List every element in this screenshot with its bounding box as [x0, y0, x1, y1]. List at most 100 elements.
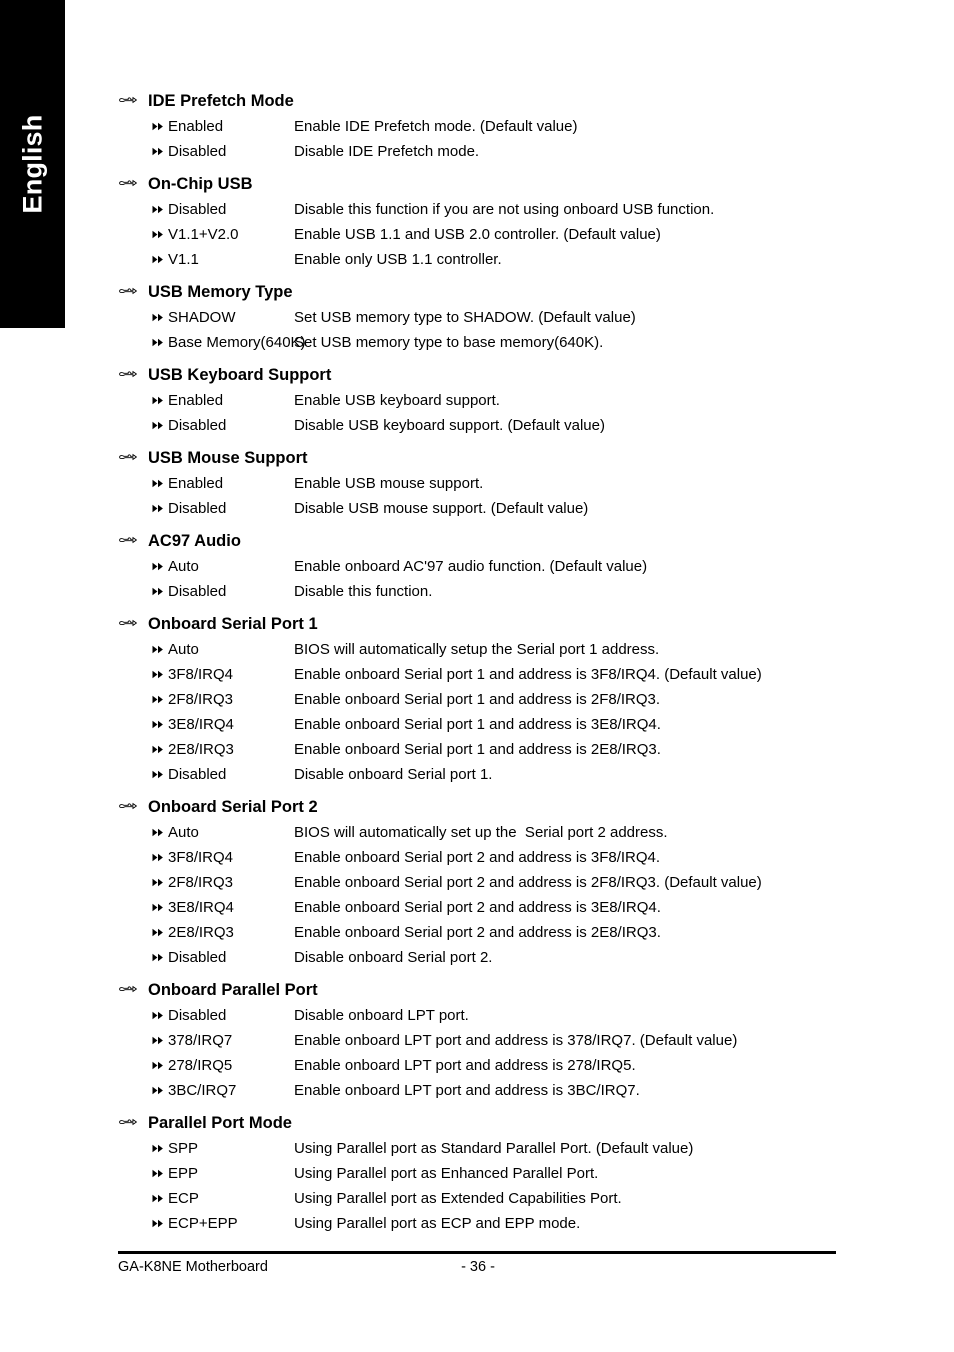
option-description: BIOS will automatically set up the Seria… [294, 824, 668, 841]
option-row: Enabled Enable USB mouse support. [118, 471, 858, 496]
option-row: Base Memory(640K)Set USB memory type to … [118, 330, 858, 355]
section-title: Onboard Serial Port 2 [148, 798, 318, 816]
option-row: Disabled Disable onboard LPT port. [118, 1003, 858, 1028]
option-row: V1.1 Enable only USB 1.1 controller. [118, 247, 858, 272]
option-name: SPP [168, 1140, 199, 1157]
option-row: 278/IRQ5 Enable onboard LPT port and addr… [118, 1053, 858, 1078]
option-name: 2F8/IRQ3 [168, 691, 234, 708]
double-triangle-right-icon [152, 139, 168, 164]
section-heading: USB Memory Type [118, 279, 858, 305]
option-description: Enable onboard AC'97 audio function. (De… [294, 558, 648, 575]
pointing-hand-icon [119, 362, 141, 388]
option-row: 3BC/IRQ7 Enable onboard LPT port and addr… [118, 1078, 858, 1103]
option-row: SHADOW Set USB memory type to SHADOW. (De… [118, 305, 858, 330]
option-description: Enable onboard LPT port and address is 2… [294, 1057, 636, 1074]
double-triangle-right-icon [152, 197, 168, 222]
option-name: EPP [168, 1165, 199, 1182]
section-title: IDE Prefetch Mode [148, 92, 294, 110]
option-name: Disabled [168, 949, 227, 966]
option-row: 2E8/IRQ3 Enable onboard Serial port 2 and… [118, 920, 858, 945]
option-row: Disabled Disable onboard Serial port 1. [118, 762, 858, 787]
double-triangle-right-icon [152, 845, 168, 870]
option-description: BIOS will automatically setup the Serial… [294, 641, 660, 658]
option-name: 3E8/IRQ4 [168, 716, 234, 733]
double-triangle-right-icon [152, 1053, 168, 1078]
option-description: Enable onboard Serial port 2 and address… [294, 924, 661, 941]
option-name: 378/IRQ7 [168, 1032, 233, 1049]
option-description: Enable onboard Serial port 1 and address… [294, 666, 762, 683]
double-triangle-right-icon [152, 1003, 168, 1028]
setting-section: Onboard Serial Port 2 Auto BIOS will autom… [118, 794, 858, 970]
option-description: Disable USB keyboard support. (Default v… [294, 417, 605, 434]
option-name: Disabled [168, 500, 227, 517]
option-row: Disabled Disable this function if you are… [118, 197, 858, 222]
section-heading: On-Chip USB [118, 171, 858, 197]
setting-section: USB Keyboard Support Enabled Enable USB ke… [118, 362, 858, 438]
section-heading: Onboard Parallel Port [118, 977, 858, 1003]
double-triangle-right-icon [152, 687, 168, 712]
option-description: Using Parallel port as ECP and EPP mode. [294, 1215, 581, 1232]
double-triangle-right-icon [152, 1186, 168, 1211]
option-name: Enabled [168, 118, 224, 135]
option-description: Using Parallel port as Enhanced Parallel… [294, 1165, 599, 1182]
double-triangle-right-icon [152, 662, 168, 687]
pointing-hand-icon [119, 528, 141, 554]
setting-section: AC97 Audio Auto Enable onboard AC'97 audio… [118, 528, 858, 604]
option-row: Enabled Enable IDE Prefetch mode. (Defaul… [118, 114, 858, 139]
double-triangle-right-icon [152, 1028, 168, 1053]
option-name: V1.1+V2.0 [168, 226, 239, 243]
option-row: Auto BIOS will automatically setup the Se… [118, 637, 858, 662]
section-heading: USB Keyboard Support [118, 362, 858, 388]
pointing-hand-icon [119, 611, 141, 637]
option-name: SHADOW [168, 309, 236, 326]
double-triangle-right-icon [152, 330, 168, 355]
pointing-hand-icon [119, 445, 141, 471]
section-heading: Onboard Serial Port 2 [118, 794, 858, 820]
section-title: Parallel Port Mode [148, 1114, 292, 1132]
page-footer: GA-K8NE Motherboard - 36 - [118, 1256, 836, 1278]
double-triangle-right-icon [152, 637, 168, 662]
option-name: 2E8/IRQ3 [168, 924, 234, 941]
double-triangle-right-icon [152, 247, 168, 272]
setting-section: Parallel Port Mode SPP Using Parallel port… [118, 1110, 858, 1236]
double-triangle-right-icon [152, 413, 168, 438]
option-description: Enable onboard Serial port 1 and address… [294, 716, 661, 733]
option-row: EPP Using Parallel port as Enhanced Paral… [118, 1161, 858, 1186]
double-triangle-right-icon [152, 114, 168, 139]
option-row: Auto Enable onboard AC'97 audio function.… [118, 554, 858, 579]
footer-divider [118, 1251, 836, 1254]
option-row: 3F8/IRQ4 Enable onboard Serial port 1 and… [118, 662, 858, 687]
option-row: 2F8/IRQ3 Enable onboard Serial port 2 and… [118, 870, 858, 895]
option-description: Enable onboard Serial port 2 and address… [294, 899, 661, 916]
section-heading: AC97 Audio [118, 528, 858, 554]
option-description: Enable onboard Serial port 2 and address… [294, 874, 762, 891]
double-triangle-right-icon [152, 554, 168, 579]
option-description: Enable onboard Serial port 1 and address… [294, 741, 661, 758]
language-tab: English [0, 0, 65, 328]
double-triangle-right-icon [152, 762, 168, 787]
pointing-hand-icon [119, 88, 141, 114]
option-name: V1.1 [168, 251, 199, 268]
option-name: 3BC/IRQ7 [168, 1082, 237, 1099]
option-description: Enable USB keyboard support. [294, 392, 500, 409]
option-name: Disabled [168, 417, 227, 434]
section-heading: IDE Prefetch Mode [118, 88, 858, 114]
pointing-hand-icon [119, 1110, 141, 1136]
double-triangle-right-icon [152, 222, 168, 247]
option-row: Auto BIOS will automatically set up the S… [118, 820, 858, 845]
double-triangle-right-icon [152, 471, 168, 496]
option-name: Disabled [168, 583, 227, 600]
option-name: ECP+EPP [168, 1215, 238, 1232]
option-name: Disabled [168, 201, 227, 218]
option-name: 2E8/IRQ3 [168, 741, 234, 758]
option-row: ECP+EPP Using Parallel port as ECP and EP… [118, 1211, 858, 1236]
option-name: Disabled [168, 1007, 227, 1024]
option-row: SPP Using Parallel port as Standard Paral… [118, 1136, 858, 1161]
double-triangle-right-icon [152, 895, 168, 920]
language-tab-label: English [17, 114, 47, 214]
option-description: Set USB memory type to SHADOW. (Default … [294, 309, 636, 326]
section-title: On-Chip USB [148, 175, 253, 193]
option-row: 3E8/IRQ4 Enable onboard Serial port 2 and… [118, 895, 858, 920]
setting-section: On-Chip USB Disabled Disable this function… [118, 171, 858, 272]
option-description: Disable onboard LPT port. [294, 1007, 469, 1024]
